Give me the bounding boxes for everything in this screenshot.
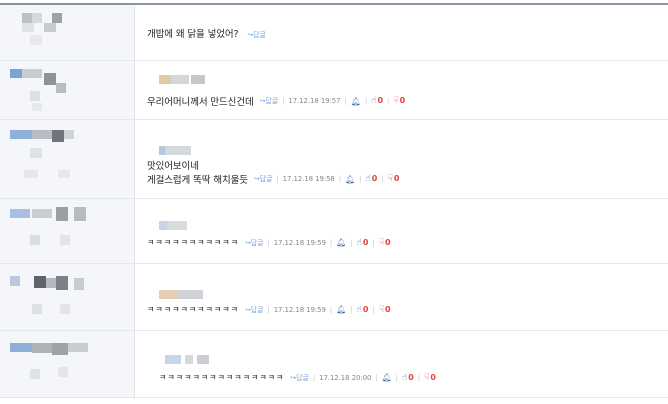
nickname-blurred	[159, 221, 189, 230]
upvote-button[interactable]: ☝︎0	[365, 174, 377, 184]
downvote-count: 0	[384, 304, 391, 314]
upvote-count: 0	[377, 96, 383, 105]
comment-row: 맛있어보이네 게걸스럽게 똑딱 해치울듯 ↪답글 | 17.12.18 19:5…	[0, 120, 668, 199]
upvote-button[interactable]: ☝︎0	[356, 305, 368, 315]
comment-date: 17.12.18 19:58	[282, 175, 335, 183]
avatar	[0, 331, 135, 397]
downvote-count: 0	[430, 372, 436, 382]
upvote-button[interactable]: ☝︎0	[356, 238, 368, 248]
comment-text: ㅋㅋㅋㅋㅋㅋㅋㅋㅋㅋㅋ ↪답글 | 17.12.18 19:59 | 🔔︎ | …	[147, 237, 391, 248]
nickname-blurred	[165, 355, 211, 364]
comment-text: ㅋㅋㅋㅋㅋㅋㅋㅋㅋㅋㅋ ↪답글 | 17.12.18 19:59 | 🔔︎ | …	[147, 304, 391, 315]
comment-text: 개밥에 왜 닭을 넣었어? ↪답글	[147, 29, 266, 40]
comment-text: 맛있어보이네	[147, 161, 199, 172]
reply-link[interactable]: ↪답글	[254, 174, 273, 184]
thumbs-up-icon: ☝︎	[401, 372, 408, 383]
thumbs-down-icon: ☟︎	[378, 304, 384, 315]
upvote-count: 0	[371, 174, 378, 183]
avatar	[0, 5, 135, 60]
upvote-button[interactable]: ☝︎0	[371, 96, 383, 106]
upvote-count: 0	[362, 304, 369, 314]
comment-meta: ↪답글 | 17.12.18 20:00 | 🔔︎ | ☝︎0 | ☟︎0	[290, 372, 436, 383]
comment-date: 17.12.18 19:59	[273, 305, 326, 314]
thumbs-down-icon: ☟︎	[424, 372, 430, 383]
downvote-button[interactable]: ☟︎0	[379, 238, 391, 248]
comment-meta: ↪답글 | 17.12.18 19:59 | 🔔︎ | ☝︎0 | ☟︎0	[244, 304, 391, 315]
downvote-button[interactable]: ☟︎0	[379, 305, 391, 315]
thumbs-up-icon: ☝︎	[356, 237, 362, 248]
bell-icon[interactable]: 🔔︎	[336, 238, 346, 247]
comment-row: ㅋㅋㅋㅋㅋㅋㅋㅋㅋㅋㅋ ↪답글 | 17.12.18 19:59 | 🔔︎ | …	[0, 264, 668, 331]
downvote-count: 0	[393, 174, 400, 183]
downvote-count: 0	[399, 96, 406, 105]
thumbs-up-icon: ☝︎	[371, 96, 377, 106]
upvote-count: 0	[408, 372, 414, 382]
nickname-blurred	[159, 146, 193, 155]
upvote-count: 0	[362, 237, 369, 247]
thumbs-up-icon: ☝︎	[365, 174, 371, 184]
thumbs-down-icon: ☟︎	[393, 96, 399, 106]
nickname-blurred	[159, 290, 205, 299]
nickname-blurred	[159, 75, 207, 84]
downvote-count: 0	[384, 237, 391, 247]
reply-link[interactable]: ↪답글	[290, 373, 309, 383]
avatar	[0, 199, 135, 263]
reply-link[interactable]: ↪답글	[260, 96, 279, 106]
bell-icon[interactable]: 🔔︎	[351, 97, 361, 106]
comment-row: ㅋㅋㅋㅋㅋㅋㅋㅋㅋㅋㅋㅋㅋㅋㅋ ↪답글 | 17.12.18 20:00 | 🔔…	[0, 331, 668, 398]
downvote-button[interactable]: ☟︎0	[424, 373, 436, 383]
comment-meta: ↪답글 | 17.12.18 19:59 | 🔔︎ | ☝︎0 | ☟︎0	[244, 237, 391, 248]
thumbs-down-icon: ☟︎	[378, 237, 384, 248]
reply-link[interactable]: ↪답글	[245, 305, 264, 315]
comment-date: 17.12.18 20:00	[319, 373, 372, 382]
comment-text: 우리어머니께서 만드신건데 ↪답글 | 17.12.18 19:57 | 🔔︎ …	[147, 96, 406, 108]
comment-row: 우리어머니께서 만드신건데 ↪답글 | 17.12.18 19:57 | 🔔︎ …	[0, 61, 668, 120]
bell-icon[interactable]: 🔔︎	[345, 175, 355, 184]
avatar	[0, 264, 135, 330]
comment-date: 17.12.18 19:57	[288, 97, 341, 105]
comment-meta: ↪답글 | 17.12.18 19:58 | 🔔︎ | ☝︎0 | ☟︎0	[253, 174, 400, 184]
reply-link[interactable]: ↪답글	[245, 238, 264, 248]
reply-link[interactable]: ↪답글	[247, 31, 266, 39]
comment-row: ㅋㅋㅋㅋㅋㅋㅋㅋㅋㅋㅋ ↪답글 | 17.12.18 19:59 | 🔔︎ | …	[0, 199, 668, 264]
avatar	[0, 120, 135, 198]
comment-text: ㅋㅋㅋㅋㅋㅋㅋㅋㅋㅋㅋㅋㅋㅋㅋ ↪답글 | 17.12.18 20:00 | 🔔…	[159, 372, 436, 383]
comment-row: 개밥에 왜 닭을 넣었어? ↪답글	[0, 5, 668, 61]
bell-icon[interactable]: 🔔︎	[336, 305, 346, 314]
downvote-button[interactable]: ☟︎0	[393, 96, 405, 106]
comment-text: 게걸스럽게 똑딱 해치울듯 ↪답글 | 17.12.18 19:58 | 🔔︎ …	[147, 174, 400, 186]
thumbs-down-icon: ☟︎	[387, 174, 393, 184]
bell-icon[interactable]: 🔔︎	[382, 373, 392, 382]
downvote-button[interactable]: ☟︎0	[388, 174, 400, 184]
comment-date: 17.12.18 19:59	[273, 238, 326, 247]
thumbs-up-icon: ☝︎	[356, 304, 362, 315]
upvote-button[interactable]: ☝︎0	[402, 373, 414, 383]
comment-meta: ↪답글 | 17.12.18 19:57 | 🔔︎ | ☝︎0 | ☟︎0	[259, 96, 406, 106]
avatar	[0, 61, 135, 119]
